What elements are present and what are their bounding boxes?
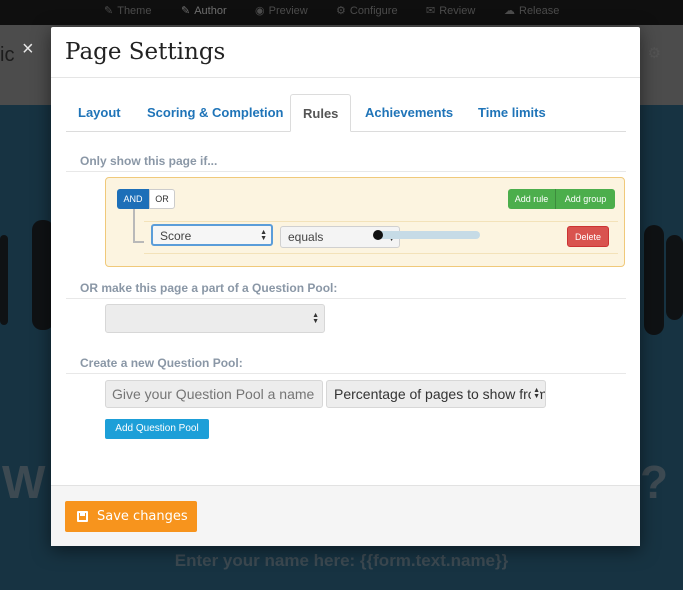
pool-mode-select[interactable]: Percentage of pages to show from ▲ ▼ [326, 380, 546, 408]
select-arrows-icon: ▲▼ [312, 312, 319, 325]
select-arrows-icon: ▲▼ [531, 387, 540, 400]
dialog-title: Page Settings [65, 39, 226, 65]
save-changes-button[interactable]: Save changes [65, 501, 197, 532]
dialog-header: Page Settings [51, 27, 640, 78]
divider [66, 298, 626, 299]
rule-operator-value: equals [288, 230, 324, 244]
divider [66, 373, 626, 374]
tab-time-limits[interactable]: Time limits [466, 94, 558, 132]
tab-achievements[interactable]: Achievements [353, 94, 465, 132]
tab-rules[interactable]: Rules [290, 94, 352, 132]
question-pool-select[interactable]: ▲ ▼ [105, 304, 325, 333]
page-settings-dialog: Page Settings Layout Scoring & Completio… [51, 27, 640, 546]
dialog-footer: Save changes [51, 485, 640, 546]
add-group-button[interactable]: Add group [556, 189, 615, 209]
new-pool-section-label: Create a new Question Pool: [80, 356, 243, 370]
and-toggle-button[interactable]: AND [117, 189, 149, 209]
rule-group: AND OR Add rule Add group Score ▲ ▼ equal… [105, 177, 625, 267]
pool-name-input[interactable] [105, 380, 323, 408]
tree-connector [133, 209, 135, 242]
rule-value-slider[interactable] [376, 231, 480, 239]
pool-mode-value: Percentage of pages to show from [334, 386, 546, 402]
save-changes-label: Save changes [97, 509, 188, 524]
add-question-pool-button[interactable]: Add Question Pool [105, 419, 209, 439]
add-rule-button[interactable]: Add rule [508, 189, 556, 209]
or-toggle-button[interactable]: OR [149, 189, 175, 209]
tab-scoring-completion[interactable]: Scoring & Completion [135, 94, 296, 132]
slider-handle[interactable] [373, 230, 383, 240]
delete-rule-button[interactable]: Delete [567, 226, 609, 247]
rule-field-select[interactable]: Score ▲ ▼ [151, 224, 273, 246]
tab-layout[interactable]: Layout [66, 94, 133, 132]
select-arrows-icon: ▲▼ [260, 229, 267, 242]
rules-section-label: Only show this page if... [80, 154, 218, 168]
divider [66, 171, 626, 172]
rule-field-value: Score [160, 229, 192, 243]
save-icon [77, 511, 88, 522]
close-icon[interactable]: × [22, 38, 34, 61]
settings-tabs: Layout Scoring & Completion Rules Achiev… [66, 94, 626, 132]
pool-section-label: OR make this page a part of a Question P… [80, 281, 338, 295]
